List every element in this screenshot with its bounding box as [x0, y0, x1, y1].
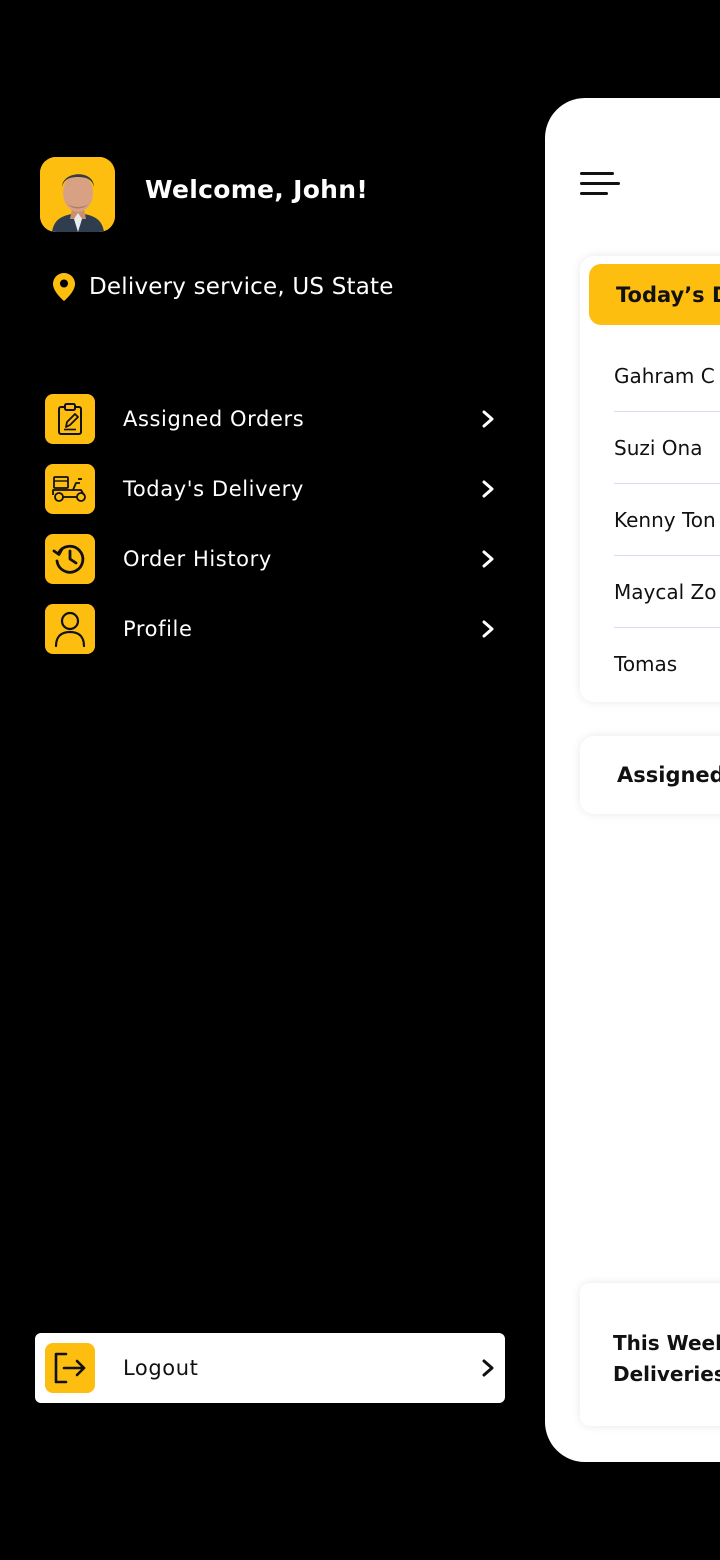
- list-item[interactable]: Suzi Ona: [614, 412, 720, 484]
- list-item[interactable]: Tomas: [614, 628, 720, 700]
- chevron-right-icon: [482, 1359, 494, 1377]
- delivery-scooter-icon: [45, 464, 95, 514]
- todays-delivery-header[interactable]: Today’s D: [589, 264, 720, 325]
- logout-icon: [45, 1343, 95, 1393]
- welcome-title: Welcome, John!: [145, 175, 369, 204]
- this-week-deliveries-card: This Week Deliveries: [580, 1283, 720, 1426]
- this-week-label: This Week: [613, 1331, 720, 1355]
- location-row: Delivery service, US State: [52, 270, 394, 304]
- menu-item-order-history[interactable]: Order History: [45, 534, 505, 584]
- chevron-right-icon: [482, 480, 494, 498]
- main-content-card: Today’s D Gahram C Suzi Ona Kenny Ton Ma…: [545, 98, 720, 1462]
- chevron-right-icon: [482, 550, 494, 568]
- deliveries-label: Deliveries: [613, 1362, 720, 1386]
- chevron-right-icon: [482, 620, 494, 638]
- app-screen: Welcome, John! Delivery service, US Stat…: [0, 0, 720, 1560]
- list-item[interactable]: Gahram C: [614, 340, 720, 412]
- list-item[interactable]: Kenny Ton: [614, 484, 720, 556]
- clipboard-edit-icon: [45, 394, 95, 444]
- location-text: Delivery service, US State: [89, 274, 394, 300]
- hamburger-menu-icon[interactable]: [580, 170, 622, 198]
- assigned-orders-card[interactable]: Assigned: [580, 736, 720, 814]
- history-clock-icon: [45, 534, 95, 584]
- chevron-right-icon: [482, 410, 494, 428]
- menu-item-label: Today's Delivery: [123, 477, 304, 501]
- menu-item-label: Order History: [123, 547, 272, 571]
- menu-item-label: Profile: [123, 617, 193, 641]
- logout-button[interactable]: Logout: [35, 1333, 505, 1403]
- location-pin-icon: [53, 273, 75, 301]
- menu-item-todays-delivery[interactable]: Today's Delivery: [45, 464, 505, 514]
- list-item[interactable]: Maycal Zo: [614, 556, 720, 628]
- todays-delivery-card: Today’s D Gahram C Suzi Ona Kenny Ton Ma…: [580, 256, 720, 702]
- menu-item-profile[interactable]: Profile: [45, 604, 505, 654]
- menu-item-assigned-orders[interactable]: Assigned Orders: [45, 394, 505, 444]
- user-icon: [45, 604, 95, 654]
- avatar[interactable]: [40, 157, 115, 232]
- logout-label: Logout: [123, 1356, 199, 1380]
- menu-item-label: Assigned Orders: [123, 407, 305, 431]
